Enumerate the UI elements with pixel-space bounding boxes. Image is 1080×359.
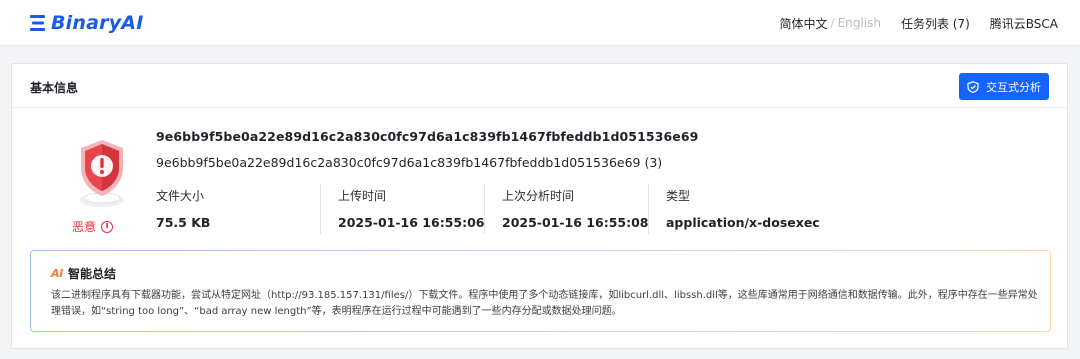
shield-icon	[967, 80, 979, 93]
meta-last-analysis-time: 上次分析时间 2025-01-16 16:55:08	[484, 184, 649, 234]
ai-summary-title: 智能总结	[68, 267, 117, 281]
file-sha256: 9e6bb9f5be0a22e89d16c2a830c0fc97d6a1c839…	[156, 129, 699, 144]
top-bar: BinaryAI 简体中文 / English 任务列表 (7) 腾讯云BSCA	[0, 0, 1080, 46]
meta-upload-time: 上传时间 2025-01-16 16:55:06	[320, 184, 485, 234]
meta-value: 2025-01-16 16:55:06	[338, 215, 485, 230]
logo[interactable]: BinaryAI	[29, 11, 143, 35]
interactive-analysis-button[interactable]: 交互式分析	[959, 73, 1049, 100]
meta-label: 上次分析时间	[502, 189, 575, 203]
ai-summary-box: AI 智能总结 该二进制程序具有下载器功能，尝试从特定网址（http://93.…	[30, 250, 1051, 332]
ai-summary-text: 该二进制程序具有下载器功能，尝试从特定网址（http://93.185.157.…	[51, 290, 1038, 317]
meta-label: 类型	[666, 189, 691, 203]
lang-english[interactable]: English	[838, 16, 881, 30]
top-nav: 简体中文 / English 任务列表 (7) 腾讯云BSCA	[780, 0, 1058, 46]
meta-value: 75.5 KB	[156, 215, 211, 230]
meta-value: 2025-01-16 16:55:08	[502, 215, 649, 230]
ai-summary-header: AI 智能总结	[51, 265, 116, 282]
file-name: 9e6bb9f5be0a22e89d16c2a830c0fc97d6a1c839…	[156, 155, 663, 170]
meta-file-size: 文件大小 75.5 KB	[156, 184, 320, 234]
ai-icon: AI	[51, 267, 63, 280]
info-icon[interactable]: i	[101, 220, 114, 233]
meta-type: 类型 application/x-dosexec	[648, 184, 820, 234]
logo-text: BinaryAI	[51, 12, 144, 34]
lang-separator: /	[830, 16, 835, 30]
logo-icon	[30, 15, 45, 31]
malicious-warning-icon	[80, 140, 124, 207]
card-header: 基本信息 交互式分析	[12, 64, 1067, 108]
ai-icon-suffix: I	[59, 267, 64, 280]
verdict-text: 恶意	[72, 220, 97, 234]
meta-label: 上传时间	[338, 189, 387, 203]
meta-label: 文件大小	[156, 189, 205, 203]
interactive-analysis-label: 交互式分析	[986, 80, 1041, 94]
bsca-link[interactable]: 腾讯云BSCA	[990, 15, 1058, 32]
ai-icon-prefix: A	[51, 267, 60, 280]
lang-chinese[interactable]: 简体中文	[780, 15, 828, 32]
basic-info-card: 基本信息 交互式分析 恶意 i 9e6bb9f5be0a22e89d16c2a8…	[11, 63, 1068, 349]
meta-value: application/x-dosexec	[666, 215, 820, 230]
file-meta: 文件大小 75.5 KB 上传时间 2025-01-16 16:55:06 上次…	[156, 184, 820, 234]
verdict-badge: 恶意 i	[72, 218, 114, 235]
card-title: 基本信息	[30, 81, 79, 95]
task-list-link[interactable]: 任务列表 (7)	[901, 15, 970, 32]
ai-summary-inner: AI 智能总结 该二进制程序具有下载器功能，尝试从特定网址（http://93.…	[31, 251, 1050, 331]
